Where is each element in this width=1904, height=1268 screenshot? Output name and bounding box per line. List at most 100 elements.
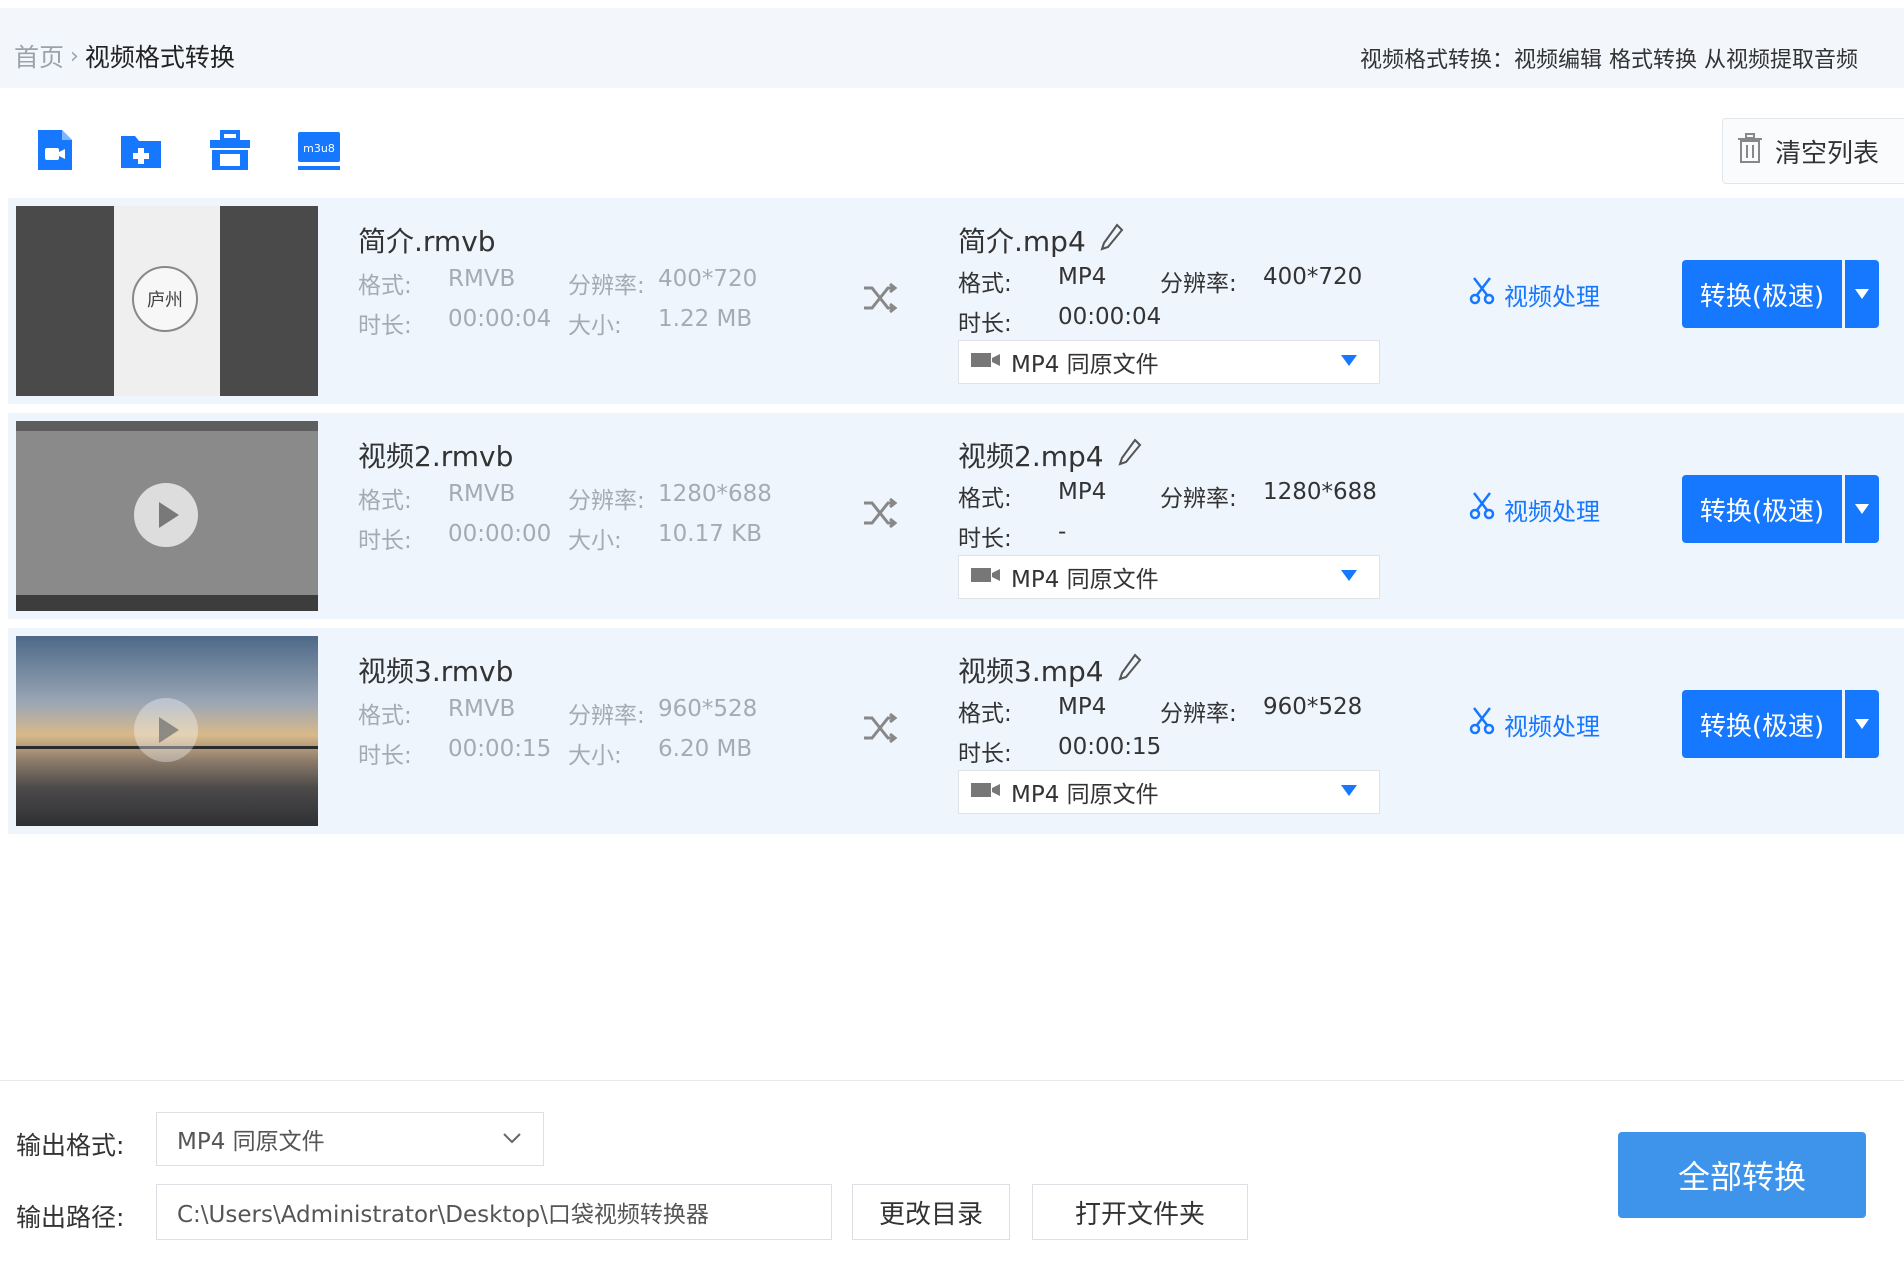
output-path-label: 输出路径: [16,1203,125,1232]
output-preset-select[interactable]: MP4 同原文件 [958,770,1380,814]
target-duration-value: - [1058,519,1067,545]
target-duration-label: 时长: [958,526,1012,552]
source-file-name: 视频3.rmvb [358,655,514,688]
video-process-label: 视频处理 [1504,497,1600,526]
convert-button[interactable]: 转换(极速) [1682,475,1842,543]
target-format-value: MP4 [1058,264,1107,290]
target-file-name: 简介.mp4 [958,225,1086,258]
breadcrumb-current: 视频格式转换 [84,43,235,72]
convert-options-dropdown[interactable] [1845,690,1879,758]
source-duration-value: 00:00:04 [448,306,552,332]
output-path-input[interactable]: C:\Users\Administrator\Desktop\口袋视频转换器 [156,1184,832,1240]
source-size-label: 大小: [568,313,622,339]
video-process-button[interactable]: 视频处理 [1468,276,1600,312]
clear-list-button[interactable]: 清空列表 [1722,118,1904,184]
source-format-label: 格式: [358,273,412,299]
source-format-value: RMVB [448,696,516,722]
header-tagline: 视频格式转换：视频编辑 格式转换 从视频提取音频 [1360,48,1858,73]
video-process-button[interactable]: 视频处理 [1468,706,1600,742]
output-format-value: MP4 同原文件 [177,1129,325,1155]
scissors-icon [1468,706,1496,742]
source-duration-label: 时长: [358,743,412,769]
target-resolution-value: 400*720 [1263,264,1363,290]
source-resolution-value: 400*720 [658,266,758,292]
convert-button[interactable]: 转换(极速) [1682,260,1842,328]
target-format-label: 格式: [958,271,1012,297]
target-duration-label: 时长: [958,741,1012,767]
file-row: 视频3.rmvb 格式: RMVB 分辨率: 960*528 时长: 00:00… [8,628,1904,834]
change-directory-button[interactable]: 更改目录 [852,1184,1010,1240]
target-file-name-group: 简介.mp4 [958,220,1124,260]
output-format-select[interactable]: MP4 同原文件 [156,1112,544,1166]
video-camera-icon [971,564,1001,590]
scissors-icon [1468,276,1496,312]
target-file-name-group: 视频2.mp4 [958,435,1142,475]
output-preset-select[interactable]: MP4 同原文件 [958,555,1380,599]
breadcrumb: 首页 › 视频格式转换 [14,38,235,74]
output-preset-select[interactable]: MP4 同原文件 [958,340,1380,384]
source-size-value: 10.17 KB [658,521,763,547]
output-preset-value: MP4 同原文件 [1011,782,1159,808]
thumbnail-top-bar [16,421,318,431]
source-file-name: 视频2.rmvb [358,440,514,473]
chevron-down-icon [501,1127,523,1155]
target-format-label: 格式: [958,486,1012,512]
target-resolution-value: 1280*688 [1263,479,1377,505]
scissors-icon [1468,491,1496,527]
target-resolution-label: 分辨率: [1160,486,1237,512]
edit-pencil-icon[interactable] [1118,652,1142,688]
video-process-button[interactable]: 视频处理 [1468,491,1600,527]
convert-arrow-icon [860,493,900,533]
chevron-down-icon [1341,355,1357,366]
convert-options-dropdown[interactable] [1845,260,1879,328]
open-folder-button[interactable]: 打开文件夹 [1032,1184,1248,1240]
output-preset-value: MP4 同原文件 [1011,352,1159,378]
add-folder-icon[interactable] [119,128,163,172]
target-format-value: MP4 [1058,694,1107,720]
source-size-value: 6.20 MB [658,736,753,762]
source-resolution-label: 分辨率: [568,703,645,729]
target-format-value: MP4 [1058,479,1107,505]
video-camera-icon [971,349,1001,375]
video-process-label: 视频处理 [1504,282,1600,311]
video-thumbnail[interactable] [16,636,318,826]
source-size-value: 1.22 MB [658,306,753,332]
convert-all-button[interactable]: 全部转换 [1618,1132,1866,1218]
target-resolution-label: 分辨率: [1160,271,1237,297]
target-duration-value: 00:00:04 [1058,304,1162,330]
source-duration-value: 00:00:00 [448,521,552,547]
video-thumbnail[interactable] [16,421,318,611]
source-resolution-label: 分辨率: [568,273,645,299]
convert-options-dropdown[interactable] [1845,475,1879,543]
thumbnail-watermark-text: 庐州 [132,266,198,332]
edit-pencil-icon[interactable] [1100,222,1124,258]
source-format-label: 格式: [358,488,412,514]
toolbox-icon[interactable] [208,128,252,172]
source-format-label: 格式: [358,703,412,729]
edit-pencil-icon[interactable] [1118,437,1142,473]
source-format-value: RMVB [448,266,516,292]
convert-button[interactable]: 转换(极速) [1682,690,1842,758]
target-resolution-label: 分辨率: [1160,701,1237,727]
output-path-value: C:\Users\Administrator\Desktop\口袋视频转换器 [177,1202,709,1228]
play-icon [134,483,198,547]
add-video-icon[interactable] [32,128,76,172]
target-duration-label: 时长: [958,311,1012,337]
play-icon [134,698,198,762]
target-file-name: 视频3.mp4 [958,655,1104,688]
m3u8-icon[interactable]: m3u8 [296,128,340,172]
convert-arrow-icon [860,708,900,748]
m3u8-label: m3u8 [303,142,335,155]
target-file-name: 视频2.mp4 [958,440,1104,473]
output-format-label: 输出格式: [16,1131,125,1160]
file-row: 视频2.rmvb 格式: RMVB 分辨率: 1280*688 时长: 00:0… [8,413,1904,619]
caret-down-icon [1855,719,1869,729]
video-camera-icon [971,779,1001,805]
page-header: 首页 › 视频格式转换 视频格式转换：视频编辑 格式转换 从视频提取音频 [0,8,1904,88]
source-duration-value: 00:00:15 [448,736,552,762]
breadcrumb-home-link[interactable]: 首页 [14,38,64,74]
source-resolution-value: 1280*688 [658,481,772,507]
video-thumbnail[interactable]: 庐州 [16,206,318,396]
source-size-label: 大小: [568,528,622,554]
chevron-down-icon [1341,785,1357,796]
